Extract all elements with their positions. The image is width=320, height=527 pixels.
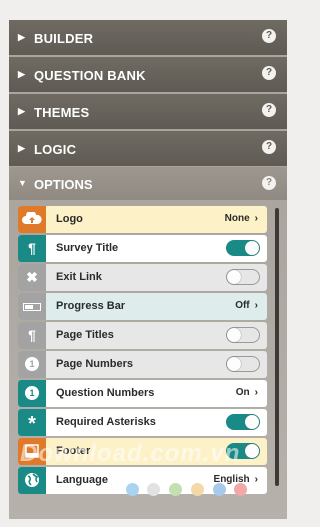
option-exit-link: ✖ Exit Link <box>18 264 267 291</box>
section-question-bank[interactable]: ▶ QUESTION BANK ? <box>9 57 287 92</box>
dot <box>147 483 160 496</box>
option-value: None › <box>224 213 258 224</box>
option-survey-title: ¶ Survey Title <box>18 235 267 262</box>
expand-arrow-icon: ▶ <box>18 69 25 79</box>
expand-arrow-icon: ▶ <box>18 32 25 42</box>
option-label: Page Titles <box>56 329 114 341</box>
option-question-numbers[interactable]: 1 Question Numbers On › <box>18 380 267 407</box>
logo-upload-icon <box>18 206 46 233</box>
help-icon[interactable]: ? <box>262 66 276 80</box>
section-label: THEMES <box>34 105 90 120</box>
dot <box>126 483 139 496</box>
page-numbers-toggle[interactable] <box>226 356 260 372</box>
section-label: OPTIONS <box>34 177 93 192</box>
section-label: BUILDER <box>34 31 94 46</box>
scrollbar[interactable] <box>275 208 279 486</box>
number-circle-icon: 1 <box>18 380 46 407</box>
page-titles-toggle[interactable] <box>226 327 260 343</box>
option-label: Logo <box>56 213 83 225</box>
globe-icon <box>18 467 46 494</box>
help-icon[interactable]: ? <box>262 103 276 117</box>
option-label: Language <box>56 474 108 486</box>
progress-bar-icon <box>18 293 46 320</box>
close-x-icon: ✖ <box>18 264 46 291</box>
paragraph-icon: ¶ <box>18 322 46 349</box>
option-value: On › <box>235 387 258 398</box>
option-label: Survey Title <box>56 242 119 254</box>
help-icon[interactable]: ? <box>262 176 276 190</box>
section-label: LOGIC <box>34 142 77 157</box>
collapse-arrow-icon: ▼ <box>18 178 27 188</box>
chevron-right-icon: › <box>254 387 258 398</box>
dot <box>213 483 226 496</box>
section-logic[interactable]: ▶ LOGIC ? <box>9 131 287 166</box>
option-label: Question Numbers <box>56 387 155 399</box>
watermark: Download.com.vn <box>20 440 241 467</box>
option-value: Off › <box>235 300 258 311</box>
dot <box>169 483 182 496</box>
paragraph-icon: ¶ <box>18 235 46 262</box>
option-label: Required Asterisks <box>56 416 156 428</box>
asterisk-icon: * <box>18 409 46 436</box>
section-label: QUESTION BANK <box>34 68 146 83</box>
option-page-numbers: 1 Page Numbers <box>18 351 267 378</box>
option-label: Progress Bar <box>56 300 126 312</box>
required-asterisks-toggle[interactable] <box>226 414 260 430</box>
chevron-right-icon: › <box>254 474 258 485</box>
section-builder[interactable]: ▶ BUILDER ? <box>9 20 287 55</box>
option-page-titles: ¶ Page Titles <box>18 322 267 349</box>
option-progress-bar[interactable]: Progress Bar Off › <box>18 293 267 320</box>
help-icon[interactable]: ? <box>262 140 276 154</box>
option-required-asterisks: * Required Asterisks <box>18 409 267 436</box>
option-logo[interactable]: Logo None › <box>18 206 267 233</box>
exit-link-toggle[interactable] <box>226 269 260 285</box>
option-label: Exit Link <box>56 271 102 283</box>
chevron-right-icon: › <box>254 300 258 311</box>
option-language[interactable]: Language English › <box>18 467 267 494</box>
section-options[interactable]: ▼ OPTIONS ? <box>9 167 287 200</box>
option-label: Page Numbers <box>56 358 134 370</box>
expand-arrow-icon: ▶ <box>18 106 25 116</box>
dot <box>234 483 247 496</box>
expand-arrow-icon: ▶ <box>18 143 25 153</box>
dot <box>191 483 204 496</box>
options-list: Logo None › ¶ Survey Title ✖ Exit Link Pr… <box>9 200 287 519</box>
section-themes[interactable]: ▶ THEMES ? <box>9 94 287 129</box>
survey-title-toggle[interactable] <box>226 240 260 256</box>
chevron-right-icon: › <box>254 213 258 224</box>
number-circle-icon: 1 <box>18 351 46 378</box>
help-icon[interactable]: ? <box>262 29 276 43</box>
